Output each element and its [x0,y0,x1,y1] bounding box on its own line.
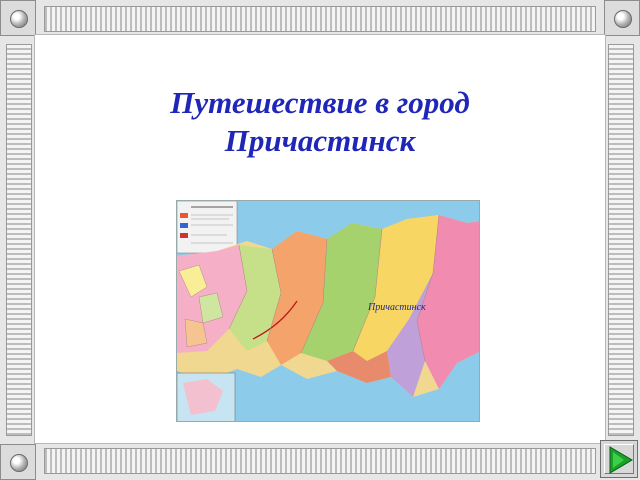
corner-knob-bottom-left [0,444,36,480]
knob-icon [614,10,632,28]
slide-title-line-2: Причастинск [224,123,416,158]
knob-icon [10,454,28,472]
slide-title-line-1: Путешествие в город [170,85,470,120]
next-arrow-icon [609,446,633,474]
next-slide-button[interactable] [600,440,638,478]
frame-bar-right [608,44,634,436]
corner-knob-top-right [604,0,640,36]
frame-bar-bottom [44,448,596,474]
map-city-label: Причастинск [368,302,426,313]
frame-bar-left [6,44,32,436]
frame-bar-top [44,6,596,32]
corner-knob-top-left [0,0,36,36]
russia-map-image [176,200,480,422]
knob-icon [10,10,28,28]
slide-title: Путешествие в город Причастинск [34,84,606,160]
